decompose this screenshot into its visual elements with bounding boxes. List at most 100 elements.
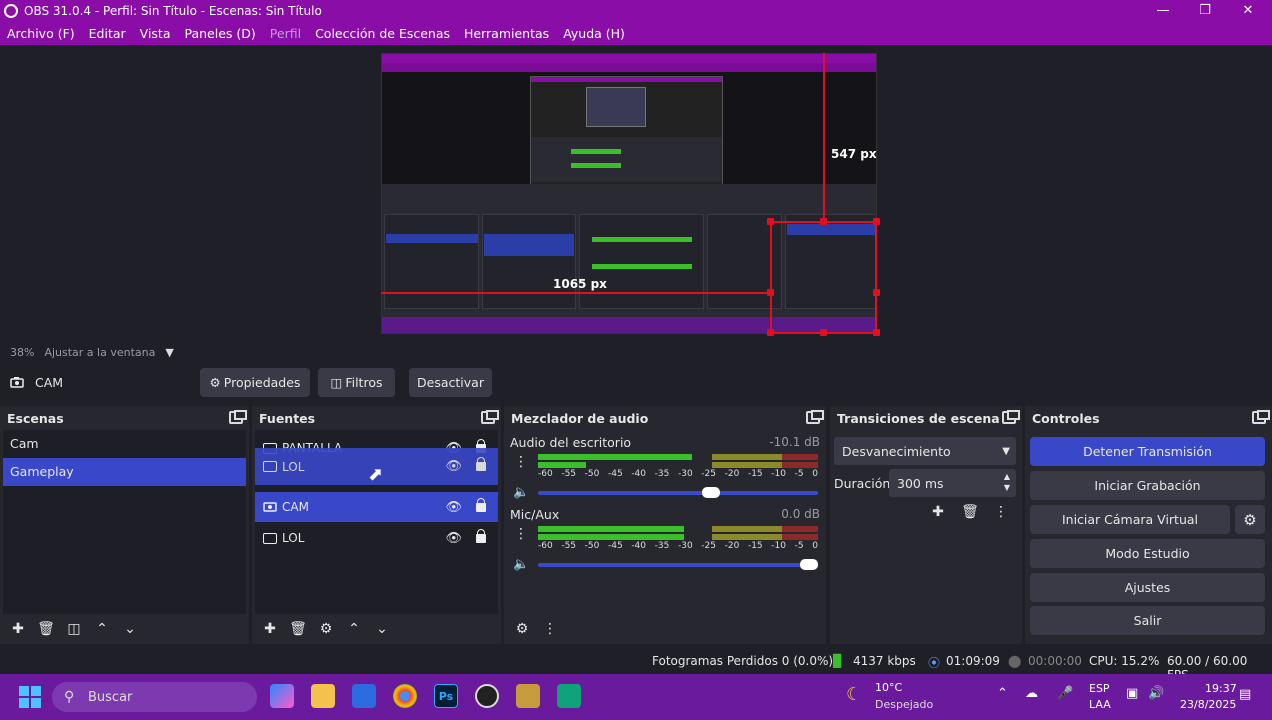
virtual-camera-settings-button[interactable]: ⚙ (1235, 505, 1265, 534)
menu-archivo[interactable]: Archivo (F) (7, 26, 75, 41)
obs-taskbar-icon[interactable] (475, 684, 499, 708)
maximize-button[interactable]: ❐ (1184, 0, 1226, 21)
stop-stream-button[interactable]: Detener Transmisión (1030, 437, 1265, 466)
minimize-button[interactable]: — (1142, 0, 1184, 21)
lang-layout[interactable]: LAA (1089, 698, 1111, 711)
network-icon[interactable]: ▣ (1126, 686, 1138, 701)
eye-icon[interactable]: 👁 (445, 459, 462, 474)
advanced-audio-icon[interactable]: ⚙ (510, 617, 534, 641)
eye-icon[interactable]: 👁 (445, 531, 462, 546)
undock-icon[interactable] (229, 410, 247, 424)
transition-select[interactable]: Desvanecimiento ▼ (834, 437, 1016, 465)
menu-vista[interactable]: Vista (140, 26, 171, 41)
trash-icon[interactable]: 🗑 (286, 617, 310, 641)
resize-handle[interactable] (767, 329, 774, 336)
spinner-icon[interactable]: ▲ ▼ (1004, 471, 1010, 493)
add-source-button[interactable]: ✚ (258, 617, 282, 641)
trash-icon[interactable]: 🗑 (34, 617, 58, 641)
studio-mode-button[interactable]: Modo Estudio (1030, 539, 1265, 568)
taskbar-search[interactable]: ⚲ Buscar (52, 682, 257, 712)
gear-icon[interactable]: ⚙ (314, 617, 338, 641)
properties-button[interactable]: ⚙ Propiedades (200, 368, 310, 397)
scene-item-gameplay[interactable]: Gameplay (3, 458, 246, 486)
eye-icon[interactable]: 👁 (445, 500, 462, 515)
mixer-channel-desktop: Audio del escritorio -10.1 dB ⋮ -60 -55 -5… (510, 435, 820, 505)
add-scene-button[interactable]: ✚ (6, 617, 30, 641)
resize-handle[interactable] (873, 218, 880, 225)
volume-knob[interactable] (800, 559, 818, 570)
zoom-mode-dropdown[interactable]: Ajustar a la ventana (44, 346, 155, 359)
status-bar: Fotogramas Perdidos 0 (0.0%) ▉ 4137 kbps… (0, 648, 1272, 682)
undock-icon[interactable] (806, 410, 824, 424)
source-item-cam[interactable]: CAM 👁 (255, 492, 498, 522)
nested-stop-stream (787, 224, 875, 235)
lock-icon[interactable] (476, 457, 486, 471)
close-button[interactable]: ✕ (1227, 0, 1269, 21)
start-recording-button[interactable]: Iniciar Grabación (1030, 471, 1265, 500)
volume-slider[interactable] (538, 487, 818, 498)
filters-button[interactable]: ◫ Filtros (318, 368, 395, 397)
photoshop-icon[interactable]: Ps (434, 684, 458, 708)
lock-icon[interactable] (476, 528, 486, 543)
volume-slider[interactable] (538, 559, 818, 570)
add-transition-button[interactable]: ✚ (926, 500, 950, 524)
gear-icon: ⚙ (209, 375, 221, 390)
menu-ayuda[interactable]: Ayuda (H) (563, 26, 625, 41)
league-icon[interactable] (516, 684, 540, 708)
lock-icon[interactable] (476, 497, 486, 512)
duration-input[interactable]: 300 ms ▲ ▼ (889, 469, 1016, 497)
trash-icon[interactable]: 🗑 (958, 500, 982, 524)
move-up-icon[interactable]: ⌃ (342, 617, 366, 641)
microphone-icon[interactable]: 🎤 (1057, 686, 1073, 701)
clock-date[interactable]: 23/8/2025 (1180, 698, 1236, 711)
undock-icon[interactable] (1252, 410, 1270, 424)
resize-handle[interactable] (767, 289, 774, 296)
resize-handle[interactable] (820, 218, 827, 225)
menu-editar[interactable]: Editar (89, 26, 126, 41)
resize-handle[interactable] (873, 289, 880, 296)
clock-time[interactable]: 19:37 (1205, 682, 1237, 695)
kebab-menu-icon[interactable]: ⋮ (514, 526, 528, 542)
audio-meter (538, 534, 818, 540)
move-up-icon[interactable]: ⌃ (90, 617, 114, 641)
meter-tick-label: 0 (812, 469, 818, 479)
measure-label-vertical: 547 px (831, 147, 877, 161)
kebab-menu-icon[interactable]: ⋮ (514, 454, 528, 470)
windows-start-icon[interactable] (19, 686, 41, 708)
file-explorer-icon[interactable] (311, 684, 335, 708)
undock-icon[interactable] (481, 410, 499, 424)
menu-herramientas[interactable]: Herramientas (464, 26, 549, 41)
deactivate-button[interactable]: Desactivar (409, 368, 492, 397)
scene-item-cam[interactable]: Cam (3, 430, 246, 458)
kebab-menu-icon[interactable]: ⋮ (538, 617, 562, 641)
settings-button[interactable]: Ajustes (1030, 573, 1265, 602)
resize-handle[interactable] (873, 329, 880, 336)
scene-filters-icon[interactable]: ◫ (62, 617, 86, 641)
undock-icon[interactable] (1002, 410, 1020, 424)
menu-paneles[interactable]: Paneles (D) (185, 26, 256, 41)
riot-icon[interactable] (557, 684, 581, 708)
resize-handle[interactable] (820, 329, 827, 336)
controls-title: Controles (1032, 410, 1100, 426)
speaker-icon[interactable]: 🔈 (513, 557, 529, 572)
move-down-icon[interactable]: ⌄ (118, 617, 142, 641)
resize-handle[interactable] (767, 218, 774, 225)
start-virtual-camera-button[interactable]: Iniciar Cámara Virtual (1030, 505, 1230, 534)
store-icon[interactable] (352, 684, 376, 708)
move-down-icon[interactable]: ⌄ (370, 617, 394, 641)
chrome-icon[interactable] (393, 684, 417, 708)
tray-chevron-icon[interactable]: ⌃ (997, 686, 1008, 701)
volume-knob[interactable] (702, 487, 720, 498)
onedrive-icon[interactable]: ☁ (1025, 686, 1038, 701)
chevron-down-icon[interactable]: ▼ (165, 346, 173, 359)
kebab-menu-icon[interactable]: ⋮ (989, 500, 1013, 524)
menu-perfil[interactable]: Perfil (270, 26, 301, 41)
speaker-icon[interactable]: 🔈 (513, 485, 529, 500)
notifications-icon[interactable]: ▤ (1239, 687, 1251, 702)
source-item-lol[interactable]: LOL 👁 (255, 523, 498, 553)
menu-coleccion-escenas[interactable]: Colección de Escenas (315, 26, 450, 41)
exit-button[interactable]: Salir (1030, 606, 1265, 635)
lang-code[interactable]: ESP (1089, 682, 1110, 695)
copilot-icon[interactable] (270, 684, 294, 708)
volume-icon[interactable]: 🔊 (1148, 686, 1164, 701)
